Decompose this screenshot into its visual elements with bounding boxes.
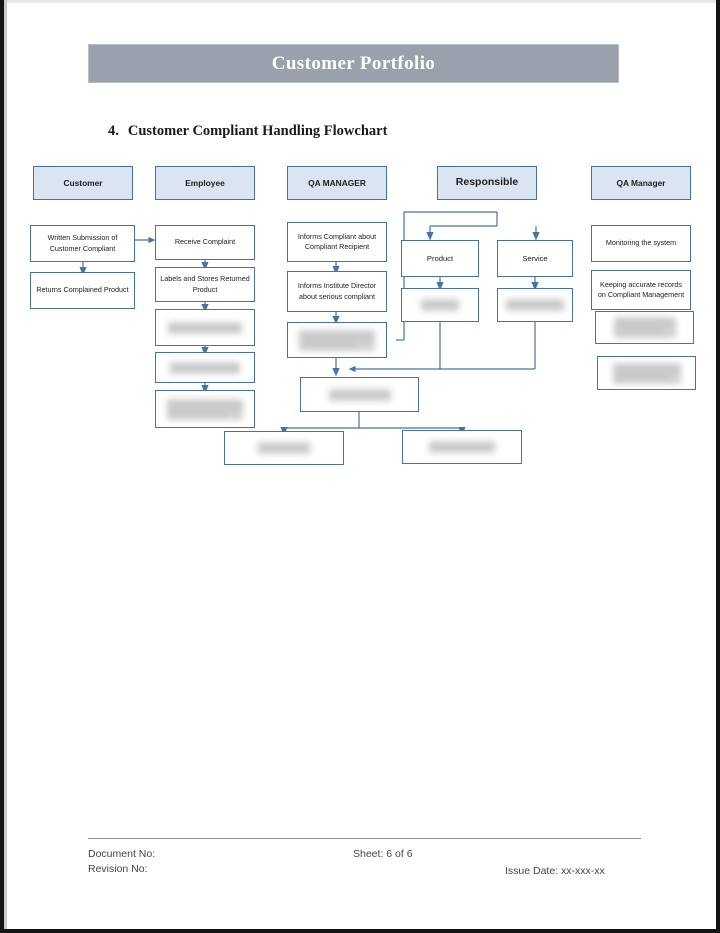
footer-sheet-number: Sheet: 6 of 6 (353, 848, 413, 860)
document-page: Customer Portfolio 4. Customer Compliant … (0, 0, 720, 933)
redacted-content (299, 329, 375, 351)
redacted-content (506, 299, 564, 311)
flow-node-label: Keeping accurate records on Compliant Ma… (597, 279, 685, 299)
flow-node-product: Product (401, 240, 479, 277)
column-header-responsible: Responsible (437, 166, 537, 200)
redacted-content (613, 317, 676, 338)
flow-node-responsible-redacted-1 (401, 288, 479, 322)
redacted-content (167, 398, 243, 420)
flow-node-monitoring-the-system: Monitoring the system (591, 225, 691, 262)
footer-document-no: Document No: (88, 848, 156, 860)
redacted-content (170, 361, 240, 374)
footer-issue-date: Issue Date: xx-xxx-xx (505, 865, 605, 877)
footer-revision-no: Revision No: (88, 863, 148, 875)
redacted-content (258, 442, 310, 454)
flow-node-bottom-redacted-2 (224, 431, 344, 465)
column-header-label: Customer (63, 177, 103, 188)
column-header-qa-manager-2: QA Manager (591, 166, 691, 200)
flow-node-employee-redacted-2 (155, 352, 255, 383)
flow-node-bottom-redacted-1 (300, 377, 419, 412)
flow-node-informs-institute-director: Informs Institute Director about serious… (287, 271, 387, 312)
column-header-label: Responsible (455, 176, 519, 189)
flowchart: Customer Employee QA MANAGER Responsible… (0, 0, 720, 500)
flow-node-label: Product (426, 254, 454, 263)
column-header-employee: Employee (155, 166, 255, 200)
flow-node-label: Written Submission of Customer Compliant (47, 233, 118, 253)
flow-node-employee-redacted-1 (155, 309, 255, 346)
flow-node-bottom-redacted-3 (402, 430, 522, 464)
flow-node-returns-complained-product: Returns Complained Product (30, 272, 135, 309)
flow-node-employee-redacted-3 (155, 390, 255, 428)
redacted-content (168, 321, 242, 334)
column-header-customer: Customer (33, 166, 133, 200)
flow-node-label: Receive Complaint (174, 237, 236, 247)
flow-node-informs-compliant-recipient: Informs Compliant about Compliant Recipi… (287, 222, 387, 262)
flow-node-service: Service (497, 240, 573, 277)
flow-node-label: Service (522, 254, 548, 263)
flow-node-qa-manager-2-redacted-2 (597, 356, 696, 390)
flow-node-label: Returns Complained Product (36, 285, 129, 295)
flow-node-keeping-accurate-records: Keeping accurate records on Compliant Ma… (591, 270, 691, 310)
column-header-qa-manager: QA MANAGER (287, 166, 387, 200)
flow-node-qa-manager-2-redacted-1 (595, 311, 694, 344)
flow-node-responsible-redacted-2 (497, 288, 573, 322)
redacted-content (612, 362, 681, 384)
flow-node-label: Informs Compliant about Compliant Recipi… (297, 231, 377, 251)
flow-node-qa-manager-redacted-1 (287, 322, 387, 358)
flow-node-label: Monitoring the system (605, 238, 677, 248)
column-header-label: Employee (185, 177, 225, 188)
flow-node-written-submission: Written Submission of Customer Compliant (30, 225, 135, 262)
column-header-label: QA Manager (616, 177, 666, 188)
flow-node-labels-and-stores: Labels and Stores Returned Product (155, 267, 255, 302)
redacted-content (328, 388, 391, 401)
column-header-label: QA MANAGER (308, 177, 366, 188)
flow-node-receive-complaint: Receive Complaint (155, 225, 255, 260)
flow-node-label: Informs Institute Director about serious… (297, 281, 377, 301)
footer-divider (88, 838, 641, 839)
redacted-content (421, 299, 459, 311)
page-edge-bottom (0, 929, 720, 933)
redacted-content (429, 441, 495, 453)
flow-node-label: Labels and Stores Returned Product (160, 274, 250, 294)
